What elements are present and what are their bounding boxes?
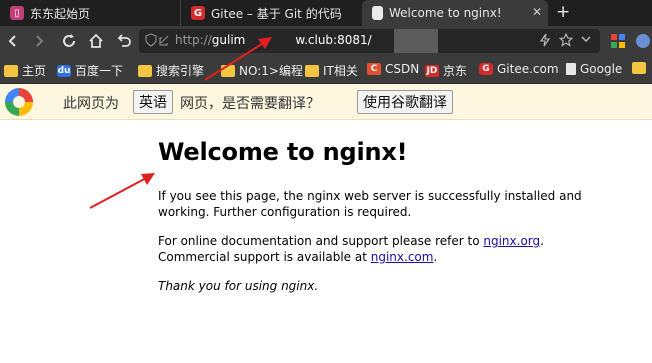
bookmark-overflow[interactable]: [632, 62, 650, 74]
bookmark-home[interactable]: 主页: [4, 62, 46, 79]
bookmark-google[interactable]: Google: [566, 62, 622, 76]
url-host: gulim: [211, 33, 246, 47]
bookmark-label: IT相关: [323, 64, 358, 78]
bookmark-jd[interactable]: JD 京东: [425, 62, 467, 79]
tab-title: 东东起始页: [30, 6, 91, 21]
url-scheme: http://: [175, 33, 212, 47]
jd-icon: JD: [425, 64, 439, 77]
nginx-org-link[interactable]: nginx.org: [483, 234, 540, 248]
home-icon[interactable]: [87, 32, 105, 50]
chevron-down-icon[interactable]: [580, 33, 592, 49]
bookmark-baidu[interactable]: du 百度一下: [57, 62, 123, 79]
support-text-period: .: [433, 250, 438, 264]
tab-title: Welcome to nginx!: [389, 6, 502, 20]
shield-icon[interactable]: [145, 33, 157, 51]
tab-strip: ▯ 东东起始页 G Gitee – 基于 Git 的代码 Welcome to …: [0, 0, 652, 26]
bookmark-label: 主页: [22, 64, 47, 78]
close-tab-icon[interactable]: ✕: [532, 5, 542, 19]
folder-icon: [632, 62, 646, 74]
url-host-tail: w.club:8081/: [295, 33, 372, 47]
star-icon[interactable]: [558, 32, 574, 51]
lightning-icon[interactable]: [539, 33, 551, 51]
translate-question: 网页，是否需要翻译？: [180, 96, 320, 112]
bookmark-label: 搜索引擎: [156, 64, 205, 78]
docs-text: For online documentation and support ple…: [158, 234, 484, 248]
folder-icon: [305, 64, 319, 77]
redaction-box: [394, 29, 438, 53]
folder-icon: [138, 64, 152, 77]
back-icon[interactable]: [4, 32, 22, 50]
thanks-paragraph: Thank you for using nginx.: [158, 278, 598, 294]
gitee-icon: G: [479, 63, 493, 75]
language-button[interactable]: 英语: [133, 90, 173, 114]
bookmarks-bar: 主页 du 百度一下 搜索引擎 NO:1>编程 IT相关 C CSDN JD 京…: [0, 56, 652, 84]
support-text: Commercial support is available at: [158, 250, 371, 264]
browser-toolbar: http://gulim w.club:8081/: [0, 26, 652, 56]
page-favicon-icon: ▯: [10, 6, 24, 20]
reload-icon[interactable]: [60, 32, 78, 50]
bookmark-label: NO:1>编程: [239, 64, 303, 78]
undo-icon[interactable]: [115, 32, 133, 50]
tab-gitee[interactable]: G Gitee – 基于 Git 的代码: [180, 0, 362, 26]
translate-bar: 此网页为 英语 网页，是否需要翻译？ 使用谷歌翻译: [0, 84, 652, 120]
nginx-com-link[interactable]: nginx.com: [371, 250, 434, 264]
bookmark-programming[interactable]: NO:1>编程: [221, 62, 303, 79]
bookmark-label: Google: [580, 62, 623, 76]
translate-logo-icon: [5, 88, 33, 116]
arrow-to-heading: [89, 173, 155, 209]
intro-paragraph: If you see this page, the nginx web serv…: [158, 189, 582, 219]
apps-grid-icon[interactable]: [609, 32, 627, 50]
tab-title: Gitee – 基于 Git 的代码: [211, 6, 342, 21]
bookmark-it[interactable]: IT相关: [305, 62, 358, 79]
bookmark-label: 京东: [443, 64, 468, 78]
bookmark-search-engines[interactable]: 搜索引擎: [138, 62, 204, 79]
page-favicon-icon: [372, 6, 383, 20]
bookmark-gitee[interactable]: G Gitee.com: [479, 62, 559, 76]
docs-paragraph: For online documentation and support ple…: [158, 233, 598, 265]
page-content: Welcome to nginx! If you see this page, …: [158, 138, 598, 307]
folder-icon: [4, 64, 18, 77]
gitee-favicon-icon: G: [191, 6, 205, 20]
url-text: http://gulim w.club:8081/: [175, 33, 372, 47]
baidu-icon: du: [57, 64, 71, 77]
docs-text-period: .: [540, 234, 544, 248]
new-tab-button[interactable]: +: [556, 2, 570, 22]
address-bar[interactable]: http://gulim w.club:8081/: [139, 29, 600, 53]
bookmark-csdn[interactable]: C CSDN: [367, 62, 419, 76]
folder-icon: [221, 64, 235, 77]
bookmark-label: 百度一下: [75, 64, 124, 78]
tab-dongdong-start[interactable]: ▯ 东东起始页: [0, 0, 180, 26]
link-icon: [159, 34, 171, 50]
translate-prefix: 此网页为: [63, 96, 119, 112]
bookmark-label: CSDN: [385, 62, 420, 76]
csdn-icon: C: [367, 63, 381, 75]
bookmark-label: Gitee.com: [497, 62, 559, 76]
page-heading: Welcome to nginx!: [158, 138, 408, 166]
extension-icon[interactable]: [634, 32, 652, 50]
page-icon: [566, 63, 576, 75]
forward-icon[interactable]: [30, 32, 48, 50]
thanks-text: Thank you for using nginx.: [158, 279, 319, 293]
translate-button[interactable]: 使用谷歌翻译: [357, 90, 453, 114]
tab-welcome-nginx[interactable]: Welcome to nginx! ✕: [362, 0, 548, 26]
